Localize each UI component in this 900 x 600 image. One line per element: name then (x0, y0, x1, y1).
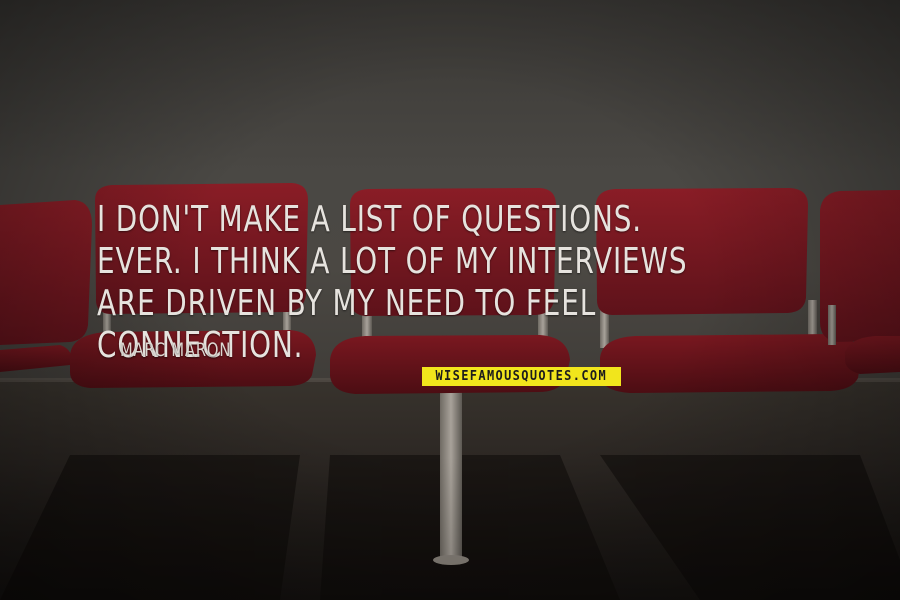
watermark-badge: WISEFAMOUSQUOTES.COM (422, 367, 621, 386)
watermark-text: WISEFAMOUSQUOTES.COM (435, 369, 608, 384)
quote-author: Marc Maron (120, 339, 232, 361)
quote-image: I don't make a list of questions. Ever. … (0, 0, 900, 600)
